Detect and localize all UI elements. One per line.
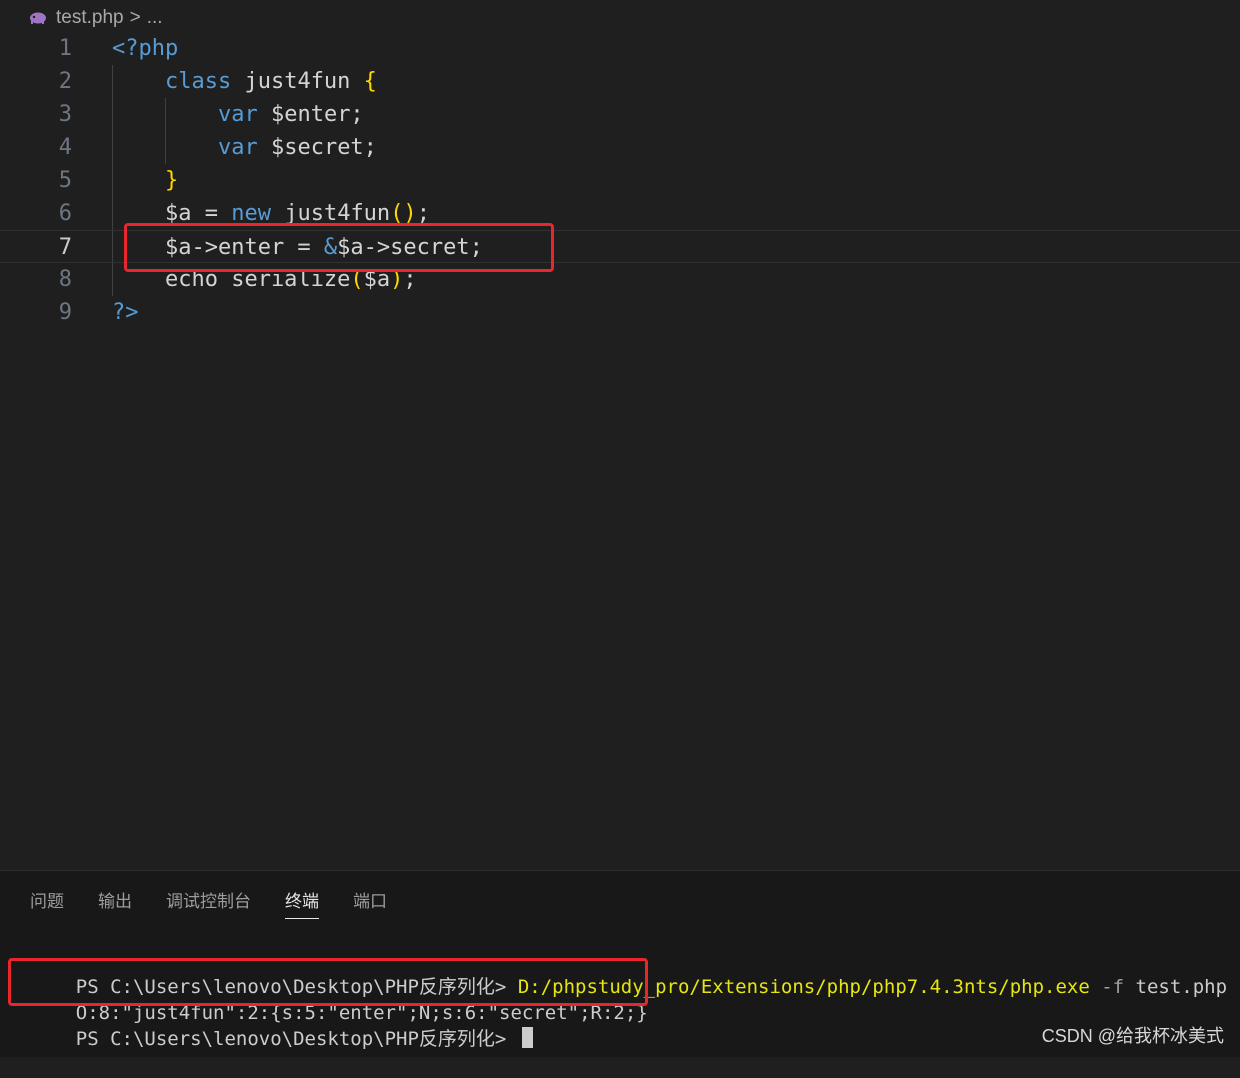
code-line[interactable]: 3 var $enter; xyxy=(0,98,1240,131)
line-number: 4 xyxy=(58,135,72,160)
code-token: } xyxy=(164,168,179,193)
code-text: } xyxy=(112,164,178,197)
code-line[interactable]: 1 <?php xyxy=(0,32,1240,65)
panel-tab[interactable]: 输出 xyxy=(98,887,132,919)
line-number: 8 xyxy=(58,267,72,292)
breadcrumb-file[interactable]: test.php xyxy=(56,7,124,29)
code-text: var $secret; xyxy=(112,131,377,164)
code-text: var $enter; xyxy=(112,98,364,131)
code-token: { xyxy=(363,69,377,94)
line-number: 6 xyxy=(58,201,72,226)
panel-tab[interactable]: 终端 xyxy=(285,887,319,919)
panel-tab[interactable]: 问题 xyxy=(30,887,64,919)
code-line[interactable]: 9 ?> xyxy=(0,296,1240,329)
php-elephant-icon xyxy=(30,12,46,24)
line-number: 1 xyxy=(58,36,72,61)
terminal-prompt: PS C:\Users\lenovo\Desktop\PHP反序列化> xyxy=(75,1028,518,1050)
line-number: 9 xyxy=(58,300,72,325)
code-editor[interactable]: 1 <?php 2 class just4fun {3 var $enter; 4 v… xyxy=(0,32,1240,870)
panel-tab[interactable]: 调试控制台 xyxy=(166,887,251,919)
code-text: class just4fun { xyxy=(112,65,377,98)
code-token: ?> xyxy=(112,300,139,325)
line-number: 5 xyxy=(58,168,72,193)
code-token: class xyxy=(164,69,232,94)
line-number: 2 xyxy=(58,69,72,94)
terminal-arg: test.php xyxy=(1124,976,1228,998)
code-token: $secret; xyxy=(257,135,377,160)
panel-tabs: 问题 输出 调试控制台 终端 端口 xyxy=(30,887,421,919)
code-line[interactable]: 2 class just4fun { xyxy=(0,65,1240,98)
code-text: ?> xyxy=(112,296,139,329)
code-token: var xyxy=(217,135,258,160)
code-token: <?php xyxy=(112,36,179,61)
terminal-flag: -f xyxy=(1089,976,1125,998)
panel-tab[interactable]: 端口 xyxy=(353,887,387,919)
code-line[interactable]: 5 } xyxy=(0,164,1240,197)
code-text: <?php xyxy=(112,32,178,65)
line-number: 7 xyxy=(58,235,72,260)
highlight-box-code-line xyxy=(124,223,554,272)
line-number: 3 xyxy=(58,102,72,127)
code-token: var xyxy=(217,102,258,127)
breadcrumb-separator: > xyxy=(129,7,141,28)
code-line[interactable]: 4 var $secret; xyxy=(0,131,1240,164)
breadcrumb-more[interactable]: ... xyxy=(147,7,163,29)
terminal-line-3[interactable]: PS C:\Users\lenovo\Desktop\PHP反序列化> xyxy=(30,1000,533,1078)
highlight-box-terminal-output xyxy=(8,958,648,1006)
terminal-cursor xyxy=(521,1027,533,1048)
watermark: CSDN @给我杯冰美式 xyxy=(1041,1026,1224,1046)
code-token: $enter; xyxy=(257,102,364,127)
code-token: just4fun xyxy=(231,69,364,94)
breadcrumb[interactable]: test.php > ... xyxy=(28,6,163,30)
